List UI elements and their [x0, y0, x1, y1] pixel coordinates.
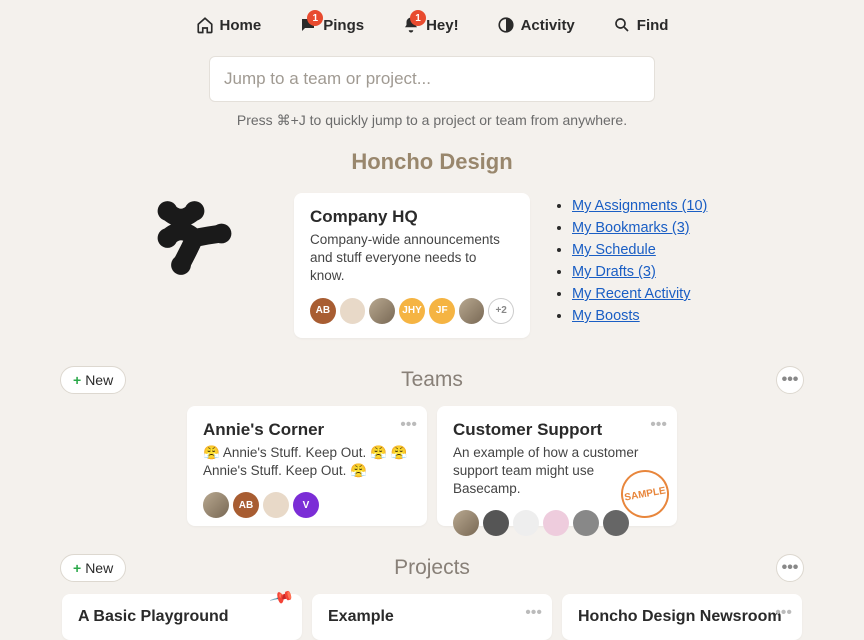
nav-activity-label: Activity	[521, 17, 575, 34]
card-title: A Basic Playground	[78, 608, 286, 626]
avatar: V	[293, 492, 319, 518]
search-icon	[613, 16, 631, 34]
avatar	[203, 492, 229, 518]
company-hq-card[interactable]: Company HQ Company-wide announcements an…	[294, 193, 530, 338]
avatar: AB	[310, 298, 336, 324]
search-hint: Press ⌘+J to quickly jump to a project o…	[237, 112, 627, 129]
avatar	[459, 298, 485, 324]
project-card-basic-playground[interactable]: 📌 A Basic Playground	[62, 594, 302, 640]
nav-find-label: Find	[637, 17, 669, 34]
nav-home-label: Home	[220, 17, 262, 34]
nav-pings-label: Pings	[323, 17, 364, 34]
avatar	[263, 492, 289, 518]
projects-more-menu[interactable]: •••	[776, 554, 804, 582]
nav-pings[interactable]: 1 Pings	[299, 16, 364, 34]
hey-badge: 1	[410, 10, 426, 26]
avatar	[573, 510, 599, 536]
card-title: Annie's Corner	[203, 420, 411, 440]
card-title: Company HQ	[310, 207, 514, 227]
project-card-honcho-newsroom[interactable]: ••• Honcho Design Newsroom	[562, 594, 802, 640]
avatar	[340, 298, 366, 324]
home-icon	[196, 16, 214, 34]
jump-input[interactable]	[209, 56, 655, 102]
link-drafts[interactable]: My Drafts (3)	[572, 264, 656, 280]
team-card-customer-support[interactable]: ••• Customer Support An example of how a…	[437, 406, 677, 526]
org-logo	[110, 193, 270, 283]
new-project-button[interactable]: + New	[60, 554, 126, 582]
activity-icon	[497, 16, 515, 34]
card-desc: Company-wide announcements and stuff eve…	[310, 231, 514, 286]
link-recent-activity[interactable]: My Recent Activity	[572, 286, 690, 302]
quick-links: My Assignments (10) My Bookmarks (3) My …	[554, 193, 754, 329]
link-assignments[interactable]: My Assignments (10)	[572, 198, 707, 214]
new-team-button[interactable]: + New	[60, 366, 126, 394]
teams-more-menu[interactable]: •••	[776, 366, 804, 394]
avatar: AB	[233, 492, 259, 518]
pings-badge: 1	[307, 10, 323, 26]
avatar	[369, 298, 395, 324]
card-desc: 😤 Annie's Stuff. Keep Out. 😤 😤 Annie's S…	[203, 444, 411, 480]
avatar	[603, 510, 629, 536]
team-card-annies-corner[interactable]: ••• Annie's Corner 😤 Annie's Stuff. Keep…	[187, 406, 427, 526]
card-title: Honcho Design Newsroom	[578, 608, 786, 626]
org-title: Honcho Design	[0, 149, 864, 175]
card-menu-icon[interactable]: •••	[400, 416, 417, 434]
nav-home[interactable]: Home	[196, 16, 262, 34]
link-boosts[interactable]: My Boosts	[572, 308, 640, 324]
nav-find[interactable]: Find	[613, 16, 669, 34]
avatar	[513, 510, 539, 536]
card-menu-icon[interactable]: •••	[525, 604, 542, 622]
projects-heading: Projects	[394, 556, 470, 580]
nav-activity[interactable]: Activity	[497, 16, 575, 34]
avatar	[543, 510, 569, 536]
project-card-example[interactable]: ••• Example	[312, 594, 552, 640]
card-menu-icon[interactable]: •••	[650, 416, 667, 434]
avatar-more: +2	[488, 298, 514, 324]
plus-icon: +	[73, 372, 81, 388]
avatar	[453, 510, 479, 536]
card-menu-icon[interactable]: •••	[775, 604, 792, 622]
new-label: New	[85, 372, 113, 388]
nav-hey-label: Hey!	[426, 17, 459, 34]
plus-icon: +	[73, 560, 81, 576]
teams-heading: Teams	[401, 368, 463, 392]
card-title: Customer Support	[453, 420, 661, 440]
nav-hey[interactable]: 1 Hey!	[402, 16, 459, 34]
avatar: JF	[429, 298, 455, 324]
avatar: JHY	[399, 298, 425, 324]
new-label: New	[85, 560, 113, 576]
avatar	[483, 510, 509, 536]
link-bookmarks[interactable]: My Bookmarks (3)	[572, 220, 690, 236]
card-title: Example	[328, 608, 536, 626]
link-schedule[interactable]: My Schedule	[572, 242, 656, 258]
